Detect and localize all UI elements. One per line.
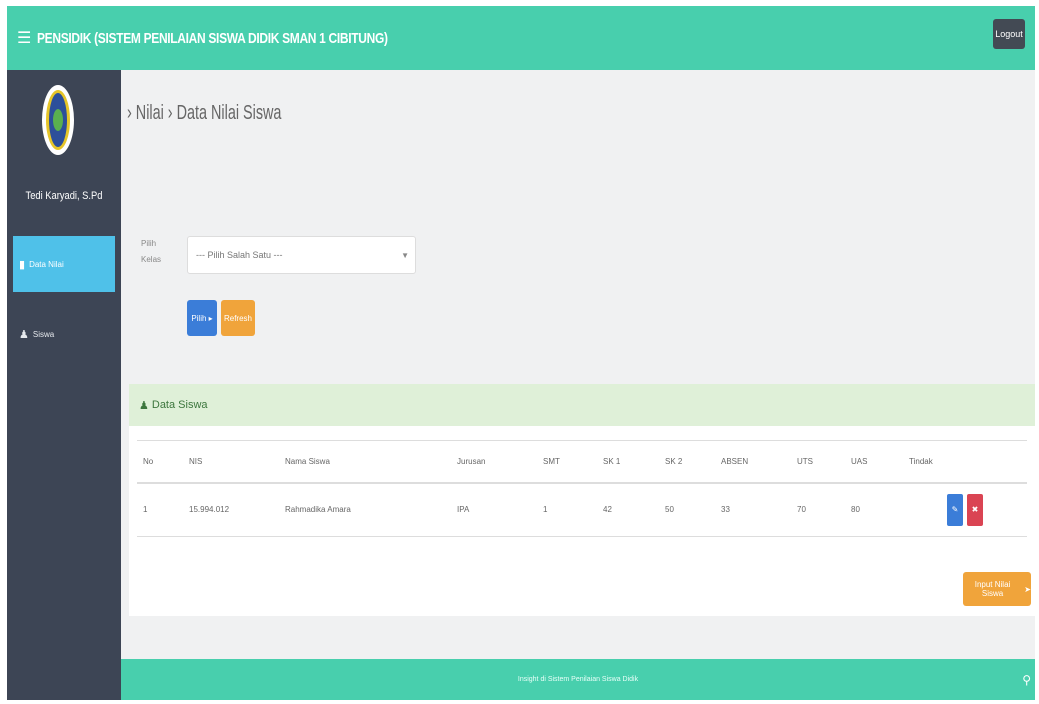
footer: Insight di Sistem Penilaian Siswa Didik … xyxy=(121,659,1035,700)
panel-body: No NIS Nama Siswa Jurusan SMT SK 1 SK 2 … xyxy=(129,426,1035,616)
cell-smt: 1 xyxy=(543,505,548,515)
column-header: ABSEN xyxy=(721,456,749,466)
refresh-button[interactable]: Refresh xyxy=(221,300,255,336)
cell-nama: Rahmadika Amara xyxy=(285,505,351,515)
column-header: UAS xyxy=(851,456,868,466)
table-row: 1 15.994.012 Rahmadika Amara IPA 1 42 50… xyxy=(137,483,1027,537)
sidebar-item-siswa[interactable]: ♟ Siswa xyxy=(13,306,115,362)
avatar xyxy=(42,85,74,155)
select-value: --- Pilih Salah Satu --- xyxy=(196,250,283,260)
column-header: Jurusan xyxy=(457,456,486,466)
app-title: PENSIDIK (SISTEM PENILAIAN SISWA DIDIK S… xyxy=(37,29,388,47)
input-nilai-button[interactable]: Input Nilai Siswa ➤ xyxy=(963,572,1031,606)
top-navbar: ☰ PENSIDIK (SISTEM PENILAIAN SISWA DIDIK… xyxy=(7,6,1035,70)
chevron-down-icon: ▼ xyxy=(401,250,409,260)
school-logo-icon xyxy=(46,90,70,150)
pilih-button[interactable]: Pilih ▸ xyxy=(187,300,217,336)
cell-uas: 80 xyxy=(851,505,860,515)
column-header: SK 2 xyxy=(665,456,683,466)
column-header: UTS xyxy=(797,456,813,466)
sidebar-item-data-nilai[interactable]: ▮ Data Nilai xyxy=(13,236,115,292)
cell-actions: ✎ ✖ xyxy=(903,483,1027,537)
column-header: Tindak xyxy=(909,456,933,466)
column-header: SK 1 xyxy=(603,456,621,466)
file-icon: ▮ xyxy=(19,258,26,271)
user-icon: ♟ xyxy=(19,328,29,341)
user-name: Tedi Karyadi, S.Pd xyxy=(25,190,103,202)
column-header: Nama Siswa xyxy=(285,456,330,466)
panel-header: ♟ Data Siswa xyxy=(129,384,1035,426)
user-icon: ♟ xyxy=(139,399,149,412)
column-header: NIS xyxy=(189,456,203,466)
table-header-row: No NIS Nama Siswa Jurusan SMT SK 1 SK 2 … xyxy=(137,440,1027,483)
panel-title: Data Siswa xyxy=(151,399,208,411)
cell-nis: 15.994.012 xyxy=(189,505,230,515)
cell-no: 1 xyxy=(143,505,148,515)
sidebar-item-label: Siswa xyxy=(32,329,55,339)
hamburger-icon[interactable]: ☰ xyxy=(17,28,31,48)
kelas-select[interactable]: --- Pilih Salah Satu --- ▼ xyxy=(187,236,416,274)
location-pin-icon: ⚲ xyxy=(1022,672,1031,687)
cell-absen: 33 xyxy=(721,505,730,515)
logout-button[interactable]: Logout xyxy=(993,19,1025,49)
breadcrumb: › Nilai › Data Nilai Siswa xyxy=(127,102,282,124)
footer-text: Insight di Sistem Penilaian Siswa Didik xyxy=(517,676,639,683)
sidebar-item-label: Data Nilai xyxy=(29,259,64,269)
data-table: No NIS Nama Siswa Jurusan SMT SK 1 SK 2 … xyxy=(137,440,1027,537)
filter-label: Pilih Kelas xyxy=(141,239,162,264)
main-content: › Nilai › Data Nilai Siswa Pilih Kelas -… xyxy=(121,70,1035,660)
cell-uts: 70 xyxy=(797,505,806,515)
cell-jurusan: IPA xyxy=(457,505,470,515)
trash-icon[interactable]: ✖ xyxy=(967,493,983,526)
cell-sk2: 50 xyxy=(665,505,674,515)
cell-sk1: 42 xyxy=(603,505,612,515)
sidebar: Tedi Karyadi, S.Pd ▮ Data Nilai ♟ Siswa xyxy=(7,70,121,700)
app-window: ☰ PENSIDIK (SISTEM PENILAIAN SISWA DIDIK… xyxy=(7,6,1035,700)
column-header: SMT xyxy=(543,456,560,466)
edit-icon[interactable]: ✎ xyxy=(947,493,963,526)
column-header: No xyxy=(143,456,154,466)
